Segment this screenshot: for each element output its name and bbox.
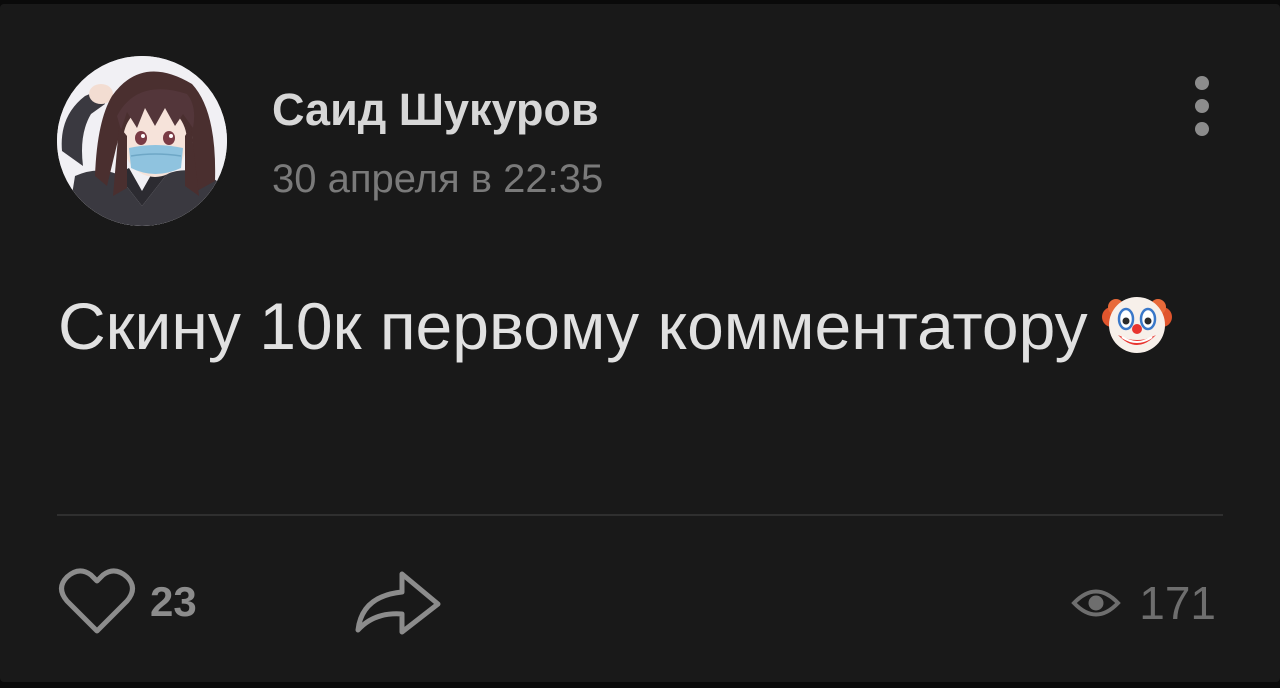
post-text: Скину 10к первому комментатору — [58, 277, 1208, 376]
views-count: 171 — [1139, 577, 1216, 629]
divider — [57, 514, 1223, 516]
more-options-button[interactable] — [1183, 74, 1223, 140]
clown-face-icon — [1101, 287, 1172, 357]
views-counter: 171 — [1071, 570, 1216, 636]
post-text-content: Скину 10к первому комментатору — [58, 289, 1088, 363]
post-date[interactable]: 30 апреля в 22:35 — [272, 157, 603, 202]
heart-outline-icon — [59, 568, 135, 634]
share-arrow-icon — [355, 571, 441, 635]
author-name[interactable]: Саид Шукуров — [272, 84, 599, 136]
avatar-image — [57, 56, 227, 226]
like-button[interactable]: 23 — [58, 564, 197, 640]
eye-icon — [1071, 589, 1122, 617]
vertical-dots-icon — [1195, 76, 1209, 136]
avatar[interactable] — [57, 56, 227, 226]
share-button[interactable] — [352, 564, 446, 640]
like-count: 23 — [150, 578, 197, 625]
post-card: Саид Шукуров 30 апреля в 22:35 Скину 10к… — [0, 4, 1280, 682]
